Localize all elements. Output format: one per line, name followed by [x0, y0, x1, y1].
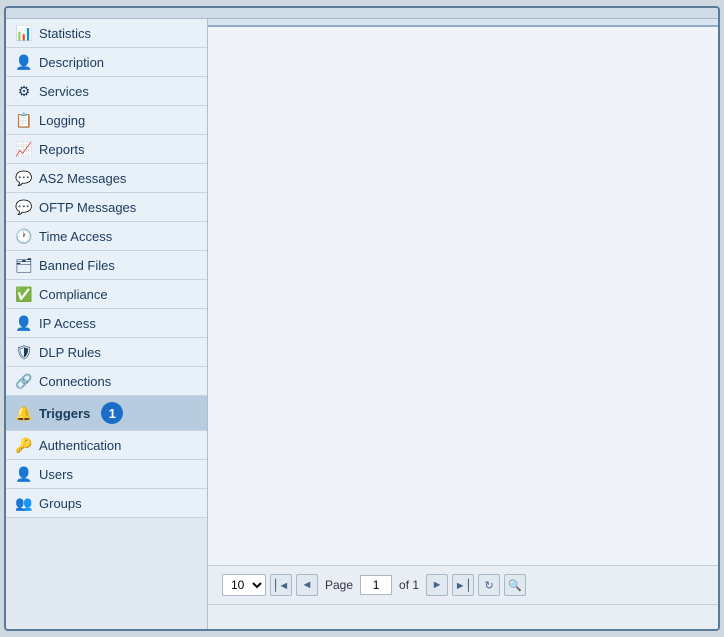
reports-icon: 📈	[16, 141, 32, 157]
next-page-btn[interactable]: ►	[426, 574, 448, 596]
sidebar-item-description[interactable]: 👤 Description	[6, 48, 207, 77]
sidebar-item-dlp-rules[interactable]: 🛡 DLP Rules	[6, 338, 207, 367]
triggers-icon: 🔔	[16, 405, 32, 421]
time-access-icon: 🕐	[16, 228, 32, 244]
page-input[interactable]	[360, 575, 392, 595]
logging-icon: 📋	[16, 112, 32, 128]
users-icon: 👤	[16, 466, 32, 482]
sidebar-label-authentication: Authentication	[39, 438, 121, 453]
sidebar: 📊 Statistics 👤 Description ⚙ Services 📋 Logging…	[6, 19, 208, 629]
sidebar-label-as2-messages: AS2 Messages	[39, 171, 126, 186]
app-window: 📊 Statistics 👤 Description ⚙ Services 📋 Logging…	[4, 6, 720, 631]
sidebar-item-oftp-messages[interactable]: 💬 OFTP Messages	[6, 193, 207, 222]
title-bar	[6, 8, 718, 19]
sidebar-label-ip-access: IP Access	[39, 316, 96, 331]
sidebar-label-banned-files: Banned Files	[39, 258, 115, 273]
sidebar-label-oftp-messages: OFTP Messages	[39, 200, 136, 215]
compliance-icon: ✅	[16, 286, 32, 302]
sidebar-item-users[interactable]: 👤 Users	[6, 460, 207, 489]
page-label: Page	[325, 578, 353, 592]
sidebar-label-services: Services	[39, 84, 89, 99]
banned-files-icon: 🗂	[16, 257, 32, 273]
sidebar-item-compliance[interactable]: ✅ Compliance	[6, 280, 207, 309]
services-icon: ⚙	[16, 83, 32, 99]
sidebar-label-groups: Groups	[39, 496, 82, 511]
sidebar-label-statistics: Statistics	[39, 26, 91, 41]
sidebar-label-compliance: Compliance	[39, 287, 108, 302]
of-label: of 1	[399, 578, 419, 592]
statistics-icon: 📊	[16, 25, 32, 41]
authentication-icon: 🔑	[16, 437, 32, 453]
sidebar-label-triggers: Triggers	[39, 406, 90, 421]
prev-page-btn[interactable]: ◄	[296, 574, 318, 596]
content-area: 📊 Statistics 👤 Description ⚙ Services 📋 Logging…	[6, 19, 718, 629]
description-icon: 👤	[16, 54, 32, 70]
tab-bar	[208, 19, 718, 27]
pagination-bar: 10 25 50 ⎮◄ ◄ Page of 1 ► ►⎮ ↻ 🔍	[208, 565, 718, 604]
connections-icon: 🔗	[16, 373, 32, 389]
ip-access-icon: 👤	[16, 315, 32, 331]
table-container	[208, 27, 718, 565]
sidebar-label-logging: Logging	[39, 113, 85, 128]
sidebar-item-services[interactable]: ⚙ Services	[6, 77, 207, 106]
sidebar-item-triggers[interactable]: 🔔 Triggers 1	[6, 396, 207, 431]
sidebar-item-as2-messages[interactable]: 💬 AS2 Messages	[6, 164, 207, 193]
as2-messages-icon: 💬	[16, 170, 32, 186]
sidebar-item-connections[interactable]: 🔗 Connections	[6, 367, 207, 396]
search-btn[interactable]: 🔍	[504, 574, 526, 596]
sidebar-item-statistics[interactable]: 📊 Statistics	[6, 19, 207, 48]
sidebar-badge-triggers: 1	[101, 402, 123, 424]
main-panel: 10 25 50 ⎮◄ ◄ Page of 1 ► ►⎮ ↻ 🔍	[208, 19, 718, 629]
page-size-select[interactable]: 10 25 50	[222, 574, 266, 596]
sidebar-label-reports: Reports	[39, 142, 85, 157]
sidebar-item-banned-files[interactable]: 🗂 Banned Files	[6, 251, 207, 280]
sidebar-label-connections: Connections	[39, 374, 111, 389]
sidebar-item-logging[interactable]: 📋 Logging	[6, 106, 207, 135]
first-page-btn[interactable]: ⎮◄	[270, 574, 292, 596]
sidebar-label-users: Users	[39, 467, 73, 482]
bottom-buttons	[208, 604, 718, 629]
sidebar-label-dlp-rules: DLP Rules	[39, 345, 101, 360]
refresh-btn[interactable]: ↻	[478, 574, 500, 596]
sidebar-label-time-access: Time Access	[39, 229, 112, 244]
dlp-rules-icon: 🛡	[16, 344, 32, 360]
groups-icon: 👥	[16, 495, 32, 511]
sidebar-item-time-access[interactable]: 🕐 Time Access	[6, 222, 207, 251]
sidebar-item-authentication[interactable]: 🔑 Authentication	[6, 431, 207, 460]
sidebar-item-groups[interactable]: 👥 Groups	[6, 489, 207, 518]
sidebar-label-description: Description	[39, 55, 104, 70]
oftp-messages-icon: 💬	[16, 199, 32, 215]
last-page-btn[interactable]: ►⎮	[452, 574, 474, 596]
sidebar-item-reports[interactable]: 📈 Reports	[6, 135, 207, 164]
sidebar-item-ip-access[interactable]: 👤 IP Access	[6, 309, 207, 338]
